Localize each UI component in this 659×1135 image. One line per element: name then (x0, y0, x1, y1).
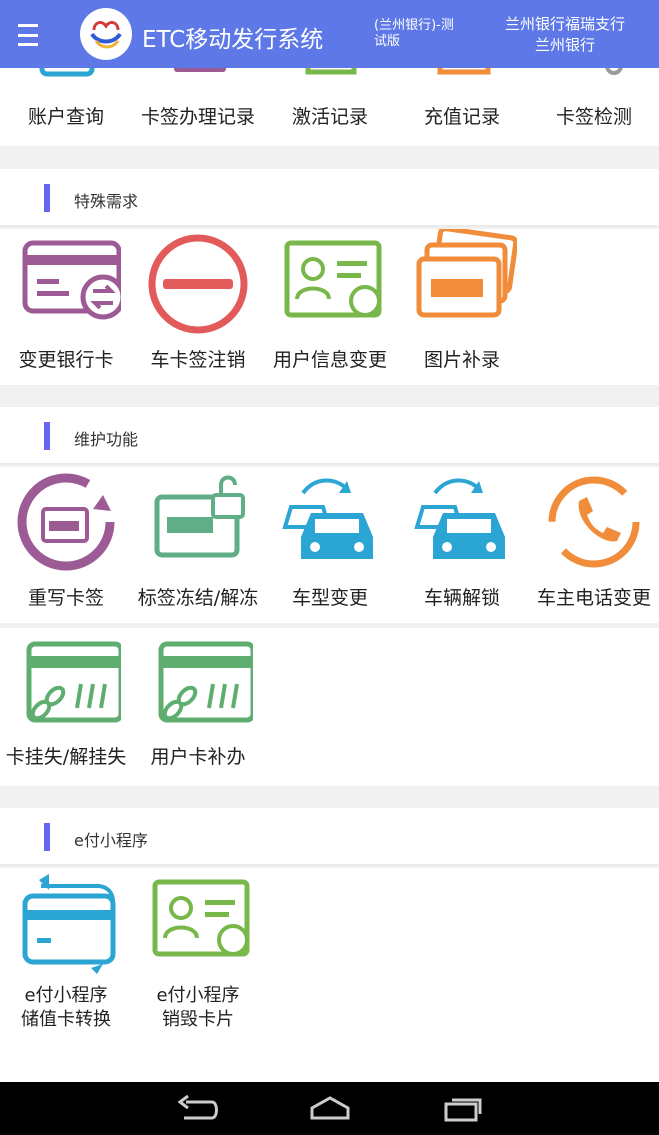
rewrite-card-icon (17, 473, 115, 571)
card-destroy-icon (152, 879, 250, 957)
card-reissue-button[interactable]: 用户卡补办 (132, 638, 264, 769)
photo-supplement-icon (416, 229, 517, 318)
top-row: 账户查询 卡签办理记录 激活记录 充值记录 卡签检测 (0, 68, 659, 146)
car-type-change-button[interactable]: 车型变更 (264, 467, 396, 610)
account-query-button[interactable]: 账户查询 (0, 68, 132, 129)
photo-supplement-button[interactable]: 图片补录 (396, 229, 528, 372)
back-icon[interactable] (166, 1092, 226, 1126)
vehicle-unlock-button[interactable]: 车辆解锁 (396, 467, 528, 610)
section-title: 维护功能 (74, 430, 139, 449)
car-type-change-icon (282, 478, 373, 559)
app-title: ETC移动发行系统 (142, 27, 324, 53)
home-icon[interactable] (300, 1092, 360, 1126)
tag-freeze-button[interactable]: 标签冻结/解冻 (132, 467, 264, 610)
section-maintenance-row2: 卡挂失/解挂失 用户卡补办 (0, 628, 659, 786)
card-convert-button[interactable]: e付小程序 储值卡转换 (0, 868, 132, 1032)
activation-record-icon (305, 68, 357, 75)
vehicle-unlock-icon (414, 478, 505, 559)
menu-icon[interactable] (18, 22, 54, 48)
card-convert-icon (22, 874, 116, 974)
card-check-button[interactable]: 卡签检测 (528, 68, 659, 129)
environment-label: (兰州银行)-测试版 (374, 18, 454, 49)
card-loss-icon (26, 641, 121, 723)
branch-info: 兰州银行福瑞支行 兰州银行 (492, 14, 638, 56)
section-header-maintenance: 维护功能 (0, 407, 659, 465)
section-epay-items: e付小程序 储值卡转换 e付小程序 销毁卡片 (0, 868, 659, 1082)
change-bank-card-icon (22, 240, 121, 320)
user-info-change-button[interactable]: 用户信息变更 (264, 229, 396, 372)
app-logo (80, 8, 132, 60)
tag-freeze-icon (154, 475, 245, 558)
section-header-special: 特殊需求 (0, 169, 659, 227)
phone-change-icon (548, 476, 640, 568)
main-content: 账户查询 卡签办理记录 激活记录 充值记录 卡签检测 特殊需求 变更银行卡 车卡… (0, 68, 659, 1082)
cancel-icon (148, 234, 248, 334)
section-marker (44, 184, 50, 212)
system-nav-bar (0, 1082, 659, 1135)
phone-change-button[interactable]: 车主电话变更 (528, 467, 659, 610)
card-check-icon (605, 68, 623, 75)
card-loss-button[interactable]: 卡挂失/解挂失 (0, 638, 132, 769)
recharge-record-button[interactable]: 充值记录 (396, 68, 528, 129)
card-record-icon (174, 68, 226, 72)
section-title: e付小程序 (74, 831, 148, 850)
card-record-button[interactable]: 卡签办理记录 (132, 68, 264, 129)
card-reissue-icon (158, 641, 253, 723)
section-title: 特殊需求 (74, 192, 139, 211)
section-marker (44, 823, 50, 851)
bank-name: 兰州银行 (534, 36, 595, 54)
activation-record-button[interactable]: 激活记录 (264, 68, 396, 129)
section-header-epay: e付小程序 (0, 808, 659, 866)
recent-apps-icon[interactable] (432, 1092, 492, 1126)
branch-name: 兰州银行福瑞支行 (504, 15, 625, 33)
section-marker (44, 422, 50, 450)
cancel-card-button[interactable]: 车卡签注销 (132, 229, 264, 372)
recharge-record-icon (437, 68, 491, 75)
section-special-items: 变更银行卡 车卡签注销 用户信息变更 图片补录 (0, 229, 659, 385)
change-bank-card-button[interactable]: 变更银行卡 (0, 229, 132, 372)
card-destroy-button[interactable]: e付小程序 销毁卡片 (132, 868, 264, 1032)
section-maintenance-row1: 重写卡签 标签冻结/解冻 车型变更 车辆解锁 车主电话变更 (0, 467, 659, 623)
account-query-icon (39, 68, 95, 77)
app-header: ETC移动发行系统 (兰州银行)-测试版 兰州银行福瑞支行 兰州银行 (0, 0, 659, 68)
rewrite-card-button[interactable]: 重写卡签 (0, 467, 132, 610)
user-info-change-icon (284, 240, 382, 318)
